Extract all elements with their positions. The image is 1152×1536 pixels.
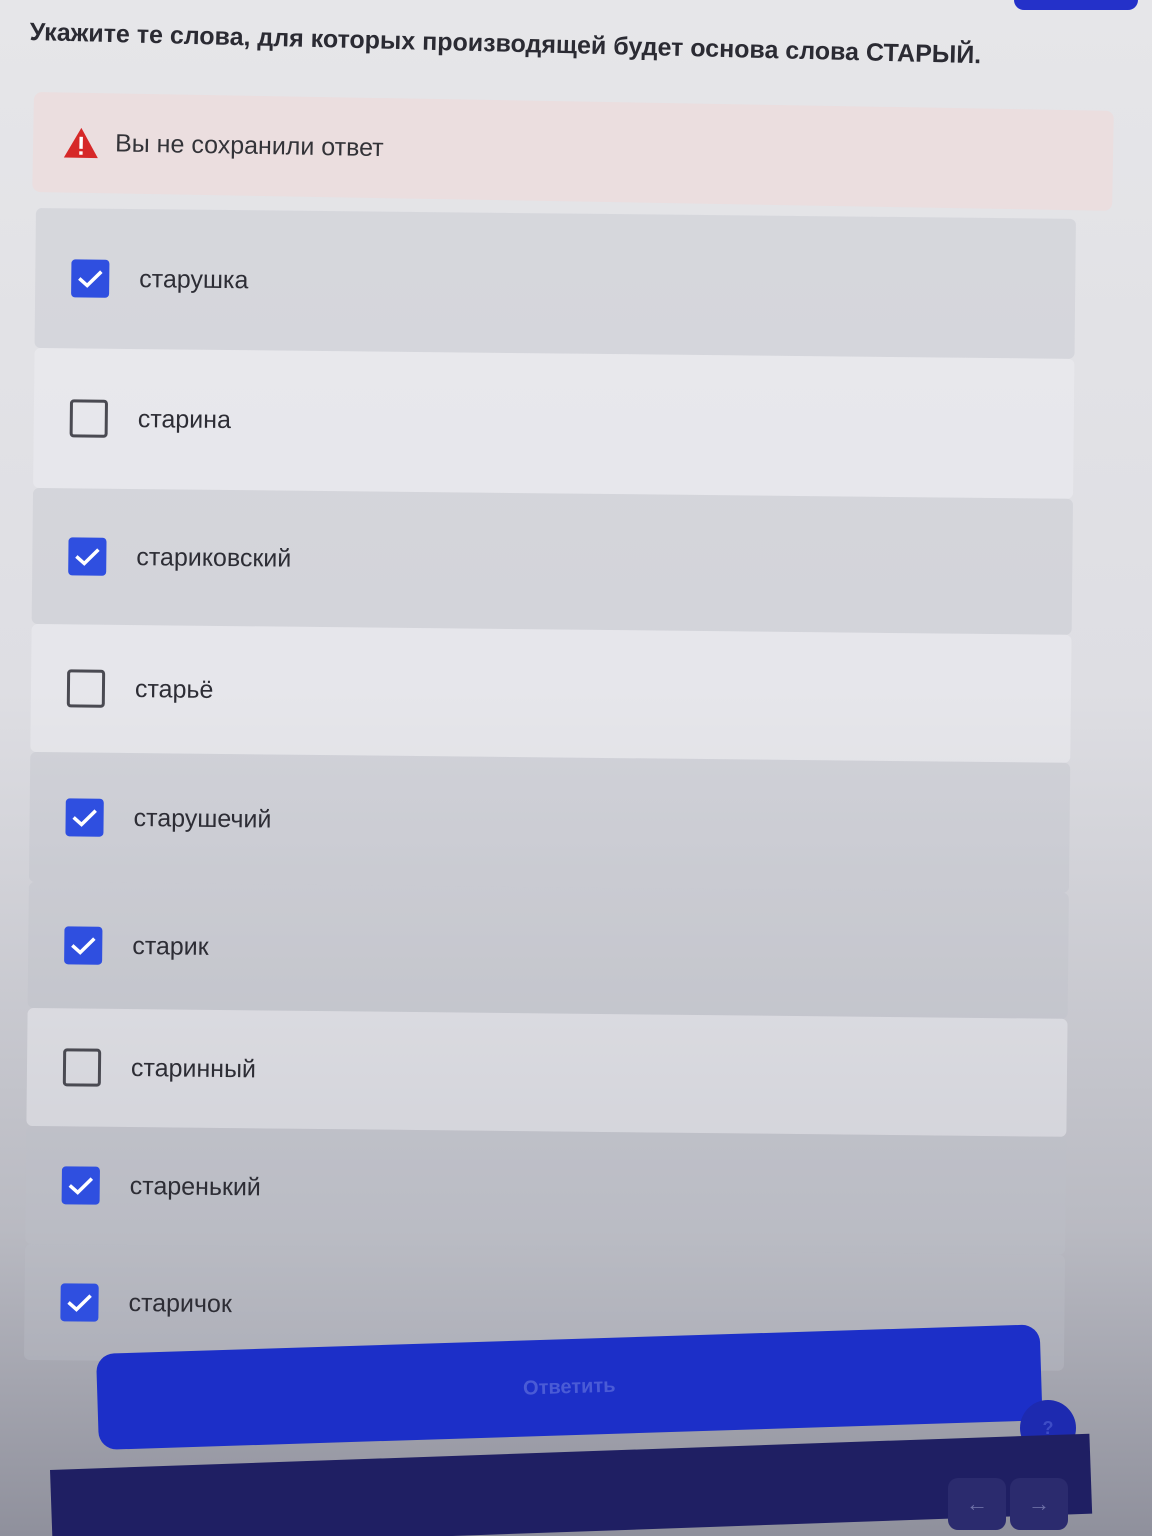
screen: Укажите те слова, для которых производящ… [0, 0, 1152, 1536]
option-row[interactable]: стариковский [31, 487, 1074, 635]
option-label: старичок [128, 1288, 232, 1318]
option-row[interactable]: старина [33, 347, 1075, 499]
option-label: старина [137, 404, 232, 434]
option-row[interactable]: старенький [25, 1125, 1067, 1255]
checkbox-checked[interactable] [68, 537, 107, 576]
option-label: старьё [134, 674, 214, 704]
submit-label: Ответить [522, 1374, 616, 1400]
arrow-left-icon: ← [966, 1491, 988, 1516]
checkbox-checked[interactable] [64, 926, 103, 965]
option-label: старушка [139, 264, 249, 294]
checkbox-unchecked[interactable] [62, 1048, 102, 1087]
options-list: старушка старина стариковский старьё ста… [23, 208, 1106, 1371]
option-label: старушечий [133, 803, 272, 833]
alert-text: Вы не сохранили ответ [114, 128, 384, 162]
checkbox-checked[interactable] [71, 259, 110, 298]
question-text: Укажите те слова, для которых производящ… [29, 18, 982, 70]
unsaved-alert: Вы не сохранили ответ [32, 92, 1114, 211]
option-row[interactable]: старинный [26, 1007, 1068, 1137]
checkbox-unchecked[interactable] [69, 399, 108, 438]
arrow-right-icon: → [1028, 1491, 1050, 1516]
prev-button[interactable]: ← [948, 1478, 1006, 1530]
option-row[interactable]: старик [27, 881, 1069, 1019]
option-label: стариковский [136, 542, 292, 573]
option-label: старинный [130, 1053, 257, 1083]
option-label: старенький [129, 1171, 262, 1201]
top-accent-button[interactable] [1014, 0, 1138, 10]
option-row[interactable]: старушка [34, 208, 1076, 359]
option-row[interactable]: старушечий [28, 751, 1071, 893]
bottom-bar [50, 1433, 1093, 1536]
checkbox-checked[interactable] [60, 1283, 99, 1322]
checkbox-checked[interactable] [65, 798, 104, 837]
checkbox-unchecked[interactable] [66, 669, 106, 708]
next-button[interactable]: → [1010, 1478, 1068, 1530]
warning-icon [63, 127, 100, 160]
checkbox-checked[interactable] [61, 1166, 100, 1205]
option-row[interactable]: старьё [30, 623, 1072, 763]
option-label: старик [132, 931, 209, 961]
